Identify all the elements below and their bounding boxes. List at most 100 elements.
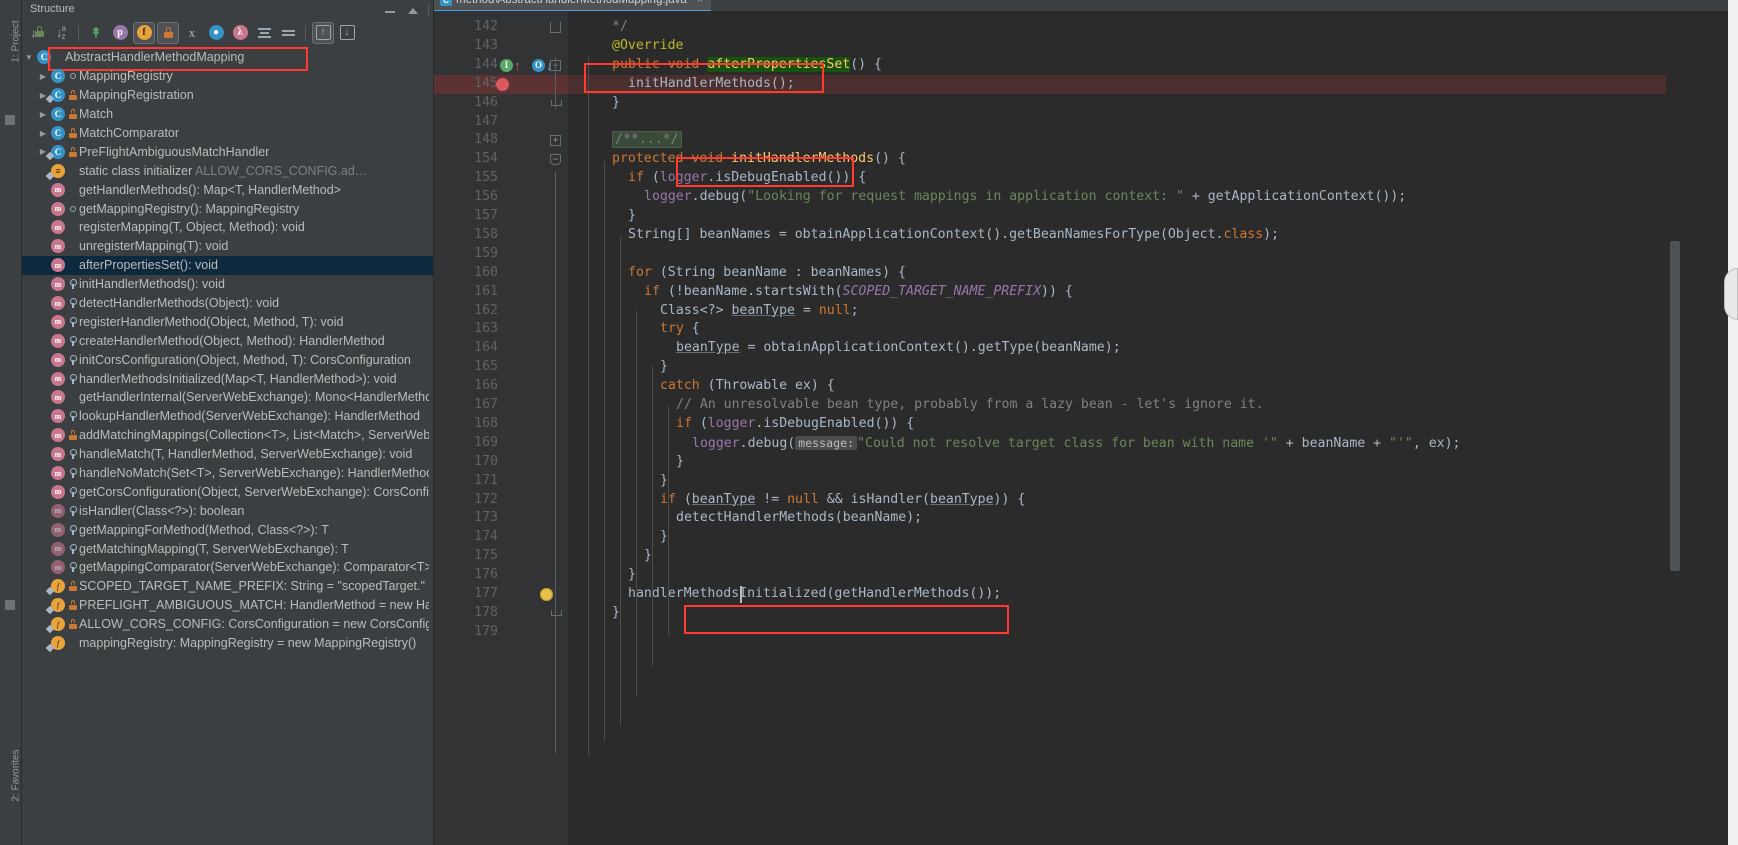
code-line[interactable]: } [628,207,636,226]
close-tab-icon[interactable]: × [697,0,703,6]
code-line[interactable]: } [612,94,620,113]
tree-item-class[interactable]: C PreFlightAmbiguousMatchHandler [22,142,433,161]
twisty-toggle-icon[interactable] [22,53,36,62]
code-line[interactable]: protected void initHandlerMethods() { [612,150,906,169]
sort-by-visibility-button[interactable]: ↓ [26,22,48,44]
code-line[interactable]: } [644,547,652,566]
tree-item-field[interactable]: f SCOPED_TARGET_NAME_PREFIX: String = "sc… [22,577,433,596]
code-line[interactable]: try { [660,320,700,339]
code-line[interactable]: public void afterPropertiesSet() { [612,56,882,75]
node-modifier-icon [66,619,79,630]
code-folding-ruler[interactable] [534,11,548,845]
tree-item-method[interactable]: m addMatchingMappings(Collection<T>, List… [22,426,433,445]
expand-all-button[interactable] [253,22,275,44]
tree-item-class[interactable]: C Match [22,105,433,124]
fold-region-line [555,171,556,753]
code-line[interactable]: } [660,528,668,547]
tree-item-method[interactable]: m getHandlerInternal(ServerWebExchange): … [22,388,433,407]
tree-item-method[interactable]: m getCorsConfiguration(Object, ServerWebE… [22,482,433,501]
code-line[interactable]: } [628,566,636,585]
tree-item-method[interactable]: m handlerMethodsInitialized(Map<T, Handle… [22,369,433,388]
tree-item-class[interactable]: C MatchComparator [22,124,433,143]
tree-item-method[interactable]: m handleMatch(T, HandlerMethod, ServerWeb… [22,445,433,464]
tree-item-class[interactable]: C MappingRegistry [22,67,433,86]
breakpoint-icon[interactable] [496,77,509,91]
code-line[interactable]: } [676,453,684,472]
implements-method-icon[interactable]: I ↑ [500,58,521,72]
fold-region-marker[interactable] [550,22,561,33]
tree-item-field[interactable]: f mappingRegistry: MappingRegistry = new … [22,634,433,653]
code-line[interactable]: } [612,604,620,623]
autoscroll-from-source-button[interactable]: ↓ [336,22,358,44]
favorites-tool-button[interactable]: 2: Favorites [11,746,22,806]
tree-item-method[interactable]: m registerHandlerMethod(Object, Method, T… [22,312,433,331]
tree-item-field[interactable]: f PREFLIGHT_AMBIGUOUS_MATCH: HandlerMetho… [22,596,433,615]
tree-item-method[interactable]: m handleNoMatch(Set<T>, ServerWebExchange… [22,464,433,483]
tree-item-method[interactable]: m getHandlerMethods(): Map<T, HandlerMeth… [22,180,433,199]
tree-item-method[interactable]: m getMappingRegistry(): MappingRegistry [22,199,433,218]
code-line[interactable]: Class<?> beanType = null; [660,302,859,321]
tree-item-method[interactable]: m createHandlerMethod(Object, Method): Ha… [22,331,433,350]
tree-item-method[interactable]: m afterPropertiesSet(): void [22,255,433,275]
tree-item-method[interactable]: static class initializer ALLOW_CORS_CONF… [22,161,433,180]
tree-item-class[interactable]: C MappingRegistration [22,86,433,105]
vertical-scrollbar-thumb[interactable] [1670,241,1680,571]
tree-item-method[interactable]: m registerMapping(T, Object, Method): voi… [22,218,433,237]
structure-tree[interactable]: CAbstractHandlerMethodMappingCMappingReg… [22,46,433,845]
sort-by-type-button[interactable]: ↟ [85,22,107,44]
tree-item-method[interactable]: m getMatchingMapping(T, ServerWebExchange… [22,539,433,558]
code-line[interactable]: /**...*/ [612,131,682,150]
code-line[interactable]: */ [612,18,628,37]
fold-collapse-icon[interactable]: − [550,154,561,166]
code-line[interactable]: } [660,472,668,491]
tree-item-method[interactable]: m initCorsConfiguration(Object, Method, T… [22,350,433,369]
show-inherited-button[interactable]: x [181,22,203,44]
node-modifier-icon [66,505,79,516]
tree-item-method[interactable]: m getMappingComparator(ServerWebExchange)… [22,558,433,577]
editor-tab[interactable]: C method\AbstractHandlerMethodMapping.ja… [434,0,712,11]
twisty-toggle-icon[interactable] [36,72,50,81]
code-line[interactable]: catch (Throwable ex) { [660,377,835,396]
code-line[interactable]: if (logger.isDebugEnabled()) { [628,169,866,188]
tree-item-method[interactable]: m lookupHandlerMethod(ServerWebExchange):… [22,407,433,426]
fold-expand-icon[interactable]: + [550,135,561,147]
twisty-toggle-icon[interactable] [36,129,50,138]
code-line[interactable]: detectHandlerMethods(beanName); [676,509,922,528]
project-tool-button[interactable]: 1: Project [11,12,22,72]
tree-item-method[interactable]: m isHandler(Class<?>): boolean [22,501,433,520]
tree-item-class[interactable]: C AbstractHandlerMethodMapping [22,47,433,71]
code-line[interactable]: @Override [612,37,683,56]
code-line[interactable]: logger.debug("Looking for request mappin… [644,188,1406,207]
floating-preview-widget[interactable] [1724,268,1738,320]
code-line[interactable]: for (String beanName : beanNames) { [628,264,906,283]
tree-item-method[interactable]: m detectHandlerMethods(Object): void [22,294,433,313]
code-editor[interactable]: */ @Override public void afterPropertiesSe… [568,11,1666,845]
twisty-toggle-icon[interactable] [36,110,50,119]
node-modifier-icon [66,223,79,232]
code-line[interactable]: beanType = obtainApplicationContext().ge… [676,339,1121,358]
code-line[interactable]: String[] beanNames = obtainApplicationCo… [628,226,1279,245]
collapse-all-button[interactable] [277,22,299,44]
code-line[interactable]: if (logger.isDebugEnabled()) { [676,415,914,434]
code-line[interactable]: // An unresolvable bean type, probably f… [676,396,1264,415]
code-line[interactable]: logger.debug(message: "Could not resolve … [692,434,1460,453]
tree-item-method[interactable]: m initHandlerMethods(): void [22,275,433,294]
tree-item-method[interactable]: m getMappingForMethod(Method, Class<?>): … [22,520,433,539]
show-lambdas-button[interactable]: λ [229,22,251,44]
sort-alphabetically-button[interactable]: ↓ az [50,22,72,44]
code-line[interactable]: if (!beanName.startsWith(SCOPED_TARGET_N… [644,283,1073,302]
node-type-icon: m [50,560,66,575]
code-line[interactable]: if (beanType != null && isHandler(beanTy… [660,491,1025,510]
tree-item-method[interactable]: m unregisterMapping(T): void [22,237,433,256]
show-properties-button[interactable]: p [109,22,131,44]
tree-item-field[interactable]: f ALLOW_CORS_CONFIG: CorsConfiguration = … [22,615,433,634]
minimize-icon[interactable] [384,4,396,16]
code-line[interactable]: } [660,358,668,377]
hide-icon[interactable] [406,4,418,16]
code-line[interactable]: handlerMethodsInitialized(getHandlerMeth… [628,585,1001,604]
show-anonymous-classes-button[interactable]: ● [205,22,227,44]
show-non-public-button[interactable] [157,21,179,44]
show-fields-button[interactable]: f [133,21,155,44]
autoscroll-to-source-button[interactable]: ↑ [312,21,334,44]
code-line[interactable]: initHandlerMethods(); [628,75,795,94]
